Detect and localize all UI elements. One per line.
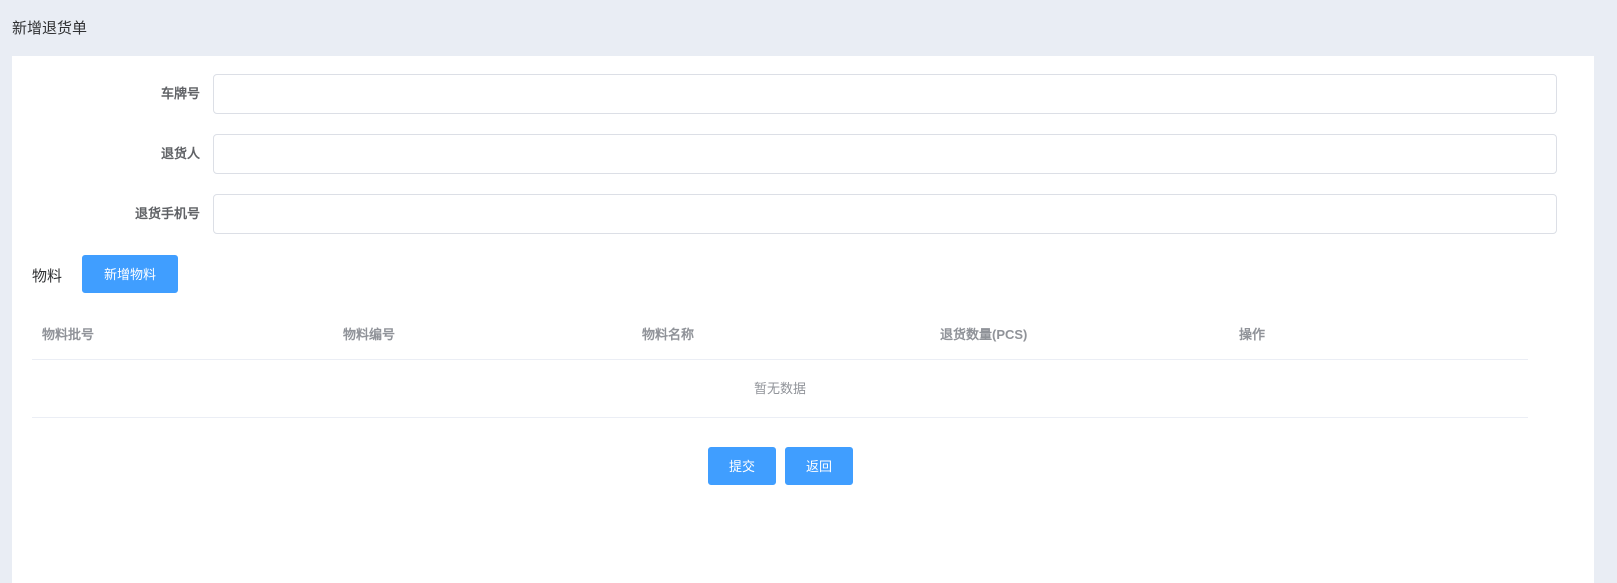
phone-row: 退货手机号 <box>12 194 1594 234</box>
column-header-batch: 物料批号 <box>42 327 95 342</box>
returner-row: 退货人 <box>12 134 1594 174</box>
table-empty-state: 暂无数据 <box>32 360 1528 418</box>
returner-label: 退货人 <box>160 146 200 161</box>
back-button[interactable]: 返回 <box>785 447 853 485</box>
plate-label: 车牌号 <box>160 86 200 101</box>
column-header-name: 物料名称 <box>642 327 695 342</box>
table-header: 物料批号 物料编号 物料名称 退货数量(PCS) 操作 <box>32 315 1528 360</box>
phone-input[interactable] <box>213 194 1557 234</box>
column-header-quantity: 退货数量(PCS) <box>940 327 1028 342</box>
plate-row: 车牌号 <box>12 74 1594 114</box>
page-title: 新增退货单 <box>12 20 88 37</box>
materials-section-label: 物料 <box>32 268 63 285</box>
column-header-code: 物料编号 <box>343 327 396 342</box>
add-material-button[interactable]: 新增物料 <box>82 255 178 293</box>
form-panel: 车牌号 退货人 退货手机号 物料 新增物料 物料批号 物料编号 物料名称 退货数… <box>12 56 1594 583</box>
materials-table: 物料批号 物料编号 物料名称 退货数量(PCS) 操作 暂无数据 <box>32 315 1528 418</box>
returner-input[interactable] <box>213 134 1557 174</box>
column-header-actions: 操作 <box>1239 327 1266 342</box>
submit-button[interactable]: 提交 <box>708 447 776 485</box>
phone-label: 退货手机号 <box>134 206 200 221</box>
plate-input[interactable] <box>213 74 1557 114</box>
